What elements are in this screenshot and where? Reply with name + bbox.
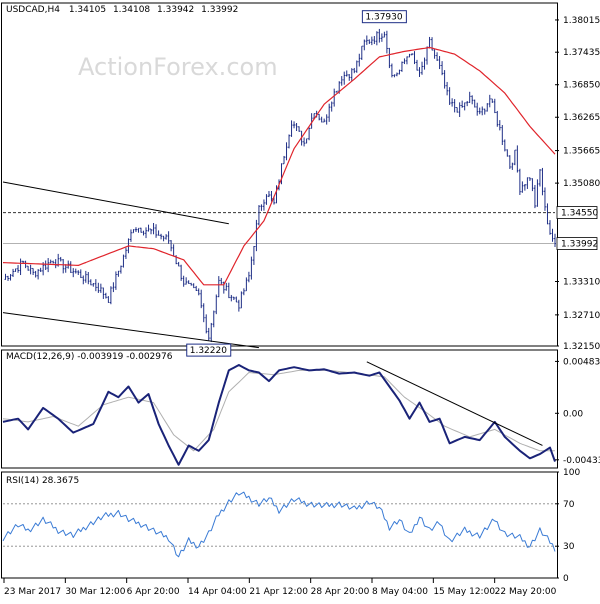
x-tick-label: 22 May 20:00 — [495, 587, 557, 597]
open-value: 1.34105 — [68, 5, 107, 15]
chart-stage: ActionForex.com 1.38015 1.37435 1.36850 1.3… — [0, 0, 600, 600]
macd-line — [2, 364, 556, 466]
macd-y-tick-label: -0.004336 — [563, 456, 600, 466]
price-y-tick-label: 1.36850 — [563, 81, 600, 91]
close-value: 1.33992 — [201, 5, 239, 15]
price-y-tick-label: 1.35080 — [563, 179, 600, 189]
price-y-tick-label: 1.38015 — [563, 16, 600, 26]
macd-trendline — [366, 361, 543, 446]
x-tick-label: 23 Mar 2017 — [4, 587, 61, 597]
x-tick-label: 30 Mar 12:00 — [65, 587, 125, 597]
rsi-panel-frame — [1, 471, 558, 579]
rsi-y-tick-label: 100 — [563, 468, 580, 478]
price-y-tick-label: 1.36265 — [563, 113, 600, 123]
watermark-text: ActionForex.com — [78, 53, 278, 81]
moving-average-line — [2, 46, 556, 286]
trendline-lower-line — [2, 312, 259, 349]
rsi-line — [2, 491, 556, 558]
price-y-tick-label: 1.33310 — [563, 278, 600, 288]
price-header: USDCAD,H4 1.34105 1.34108 1.33942 1.3399… — [6, 5, 238, 16]
macd-panel-frame — [1, 349, 558, 469]
symbol-label: USDCAD,H4 — [6, 5, 60, 15]
panel-frames — [1, 2, 558, 579]
macd-y-tick-label: 0.004837 — [563, 357, 600, 367]
x-tick-label: 6 Apr 20:00 — [127, 587, 180, 597]
current-price-tag: 1.33992 — [561, 240, 598, 250]
macd-title: MACD(12,26,9) -0.003919 -0.002976 — [6, 352, 173, 362]
rsi-y-tick-label: 0 — [563, 574, 569, 584]
x-tick-label: 14 Apr 04:00 — [188, 587, 247, 597]
x-tick-label: 28 Apr 20:00 — [311, 587, 370, 597]
annotation-label: 1.37930 — [365, 13, 402, 23]
x-tick-label: 21 Apr 12:00 — [249, 587, 308, 597]
high-value: 1.34108 — [112, 5, 151, 15]
price-y-tick-label: 1.32710 — [563, 311, 600, 321]
trendline-upper-line — [2, 181, 229, 225]
rsi-y-tick-label: 30 — [563, 542, 575, 552]
chart-svg: ActionForex.com 1.380151.374351.368501.3… — [1, 2, 600, 597]
rsi-y-tick-label: 70 — [563, 500, 575, 510]
indicator-lines — [2, 46, 556, 558]
macd-y-tick-label: 0.00 — [563, 409, 583, 419]
annotation-label: 1.32220 — [190, 346, 227, 356]
price-y-tick-label: 1.37435 — [563, 48, 600, 58]
axis-labels: 1.38015 1.37435 1.36850 1.36265 1.35665 1.350… — [3, 10, 600, 597]
low-value: 1.33942 — [157, 5, 195, 15]
x-tick-label: 8 May 04:00 — [372, 587, 428, 597]
rsi-title: RSI(14) 28.3675 — [6, 476, 80, 486]
level-price-tag: 1.34550 — [561, 209, 598, 219]
price-y-tick-label: 1.35665 — [563, 147, 600, 157]
price-y-tick-label: 1.32150 — [563, 342, 600, 352]
x-tick-label: 15 May 12:00 — [433, 587, 495, 597]
